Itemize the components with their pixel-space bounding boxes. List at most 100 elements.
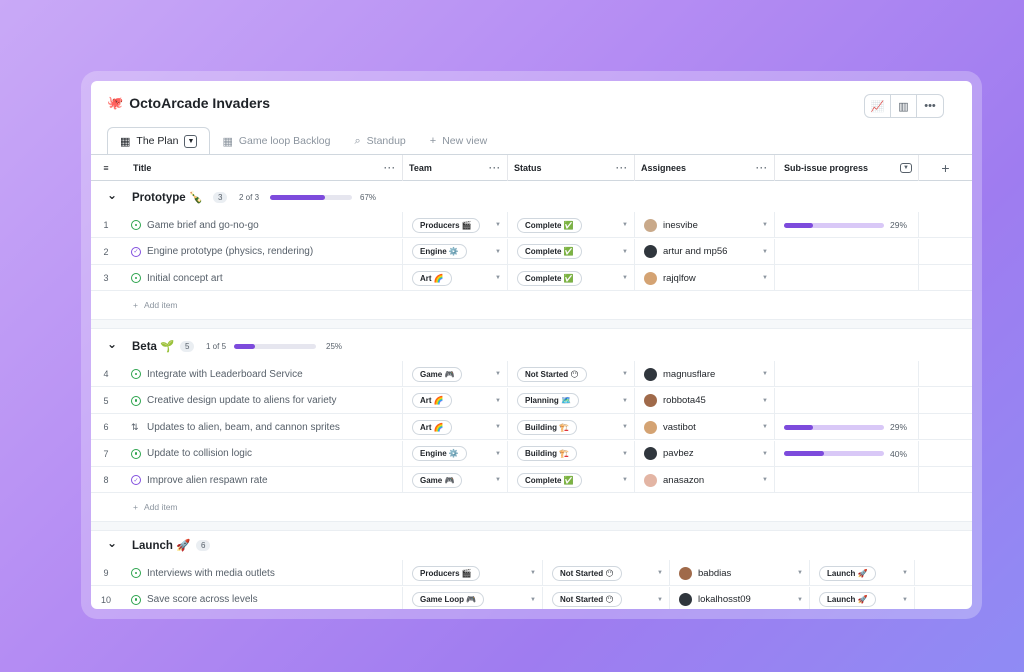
team-cell[interactable]: Producers 🎬 ▼ (403, 212, 508, 238)
sub-issue-progress-cell[interactable]: 40% (775, 440, 919, 467)
chevron-down-icon[interactable]: ▼ (762, 424, 768, 430)
chevron-down-icon[interactable]: ▼ (762, 477, 768, 483)
assignee-cell[interactable]: magnusflare ▼ (635, 361, 775, 387)
issue-title[interactable]: Save score across levels (147, 594, 258, 605)
chevron-down-icon[interactable]: ▼ (657, 570, 663, 576)
sub-issue-progress-cell[interactable] (775, 238, 919, 265)
row-title-cell[interactable]: Game brief and go-no-go (121, 212, 403, 238)
table-row[interactable]: 10 Save score across levels Game Loop 🎮 ▼ No… (91, 586, 972, 609)
team-cell[interactable]: Art 🌈 ▼ (403, 387, 508, 414)
sub-issue-progress-cell[interactable]: 29% (775, 212, 919, 238)
more-icon[interactable]: ••• (917, 95, 943, 117)
row-title-cell[interactable]: ⇅ Updates to alien, beam, and cannon spri… (121, 414, 403, 440)
status-cell[interactable]: Complete ✅ ▼ (508, 238, 635, 265)
chevron-down-icon[interactable]: ▼ (622, 249, 628, 255)
table-row[interactable]: 5 Creative design update to aliens for va… (91, 387, 972, 414)
chevron-down-icon[interactable]: ⌄ (107, 536, 117, 550)
chevron-down-icon[interactable]: ▼ (622, 371, 628, 377)
assignee-cell[interactable]: rajqlfow ▼ (635, 265, 775, 291)
group-header[interactable]: ⌄ Launch 🚀 6 (91, 530, 972, 560)
row-title-cell[interactable]: ✓ Engine prototype (physics, rendering) (121, 238, 403, 265)
filter-icon[interactable]: ≡ (91, 155, 121, 181)
team-cell[interactable]: Engine ⚙️ ▼ (403, 440, 508, 467)
issue-title[interactable]: Engine prototype (physics, rendering) (147, 246, 313, 257)
status-cell[interactable]: Building 🏗️ ▼ (508, 440, 635, 467)
table-row[interactable]: 8 ✓ Improve alien respawn rate Game 🎮 ▼ Compl… (91, 467, 972, 493)
chevron-down-icon[interactable]: ▼ (762, 371, 768, 377)
issue-title[interactable]: Integrate with Leaderboard Service (147, 369, 303, 380)
tab-game-loop-backlog[interactable]: ▦ Game loop Backlog (210, 127, 342, 155)
chevron-down-icon[interactable]: ▼ (622, 222, 628, 228)
table-row[interactable]: 4 Integrate with Leaderboard Service Game … (91, 361, 972, 387)
chevron-down-icon[interactable]: ⌄ (107, 188, 117, 202)
chevron-down-icon[interactable]: ▼ (530, 597, 536, 603)
table-row[interactable]: 2 ✓ Engine prototype (physics, rendering) E… (91, 238, 972, 265)
issue-title[interactable]: Update to collision logic (147, 448, 252, 459)
table-row[interactable]: 3 Initial concept art Art 🌈 ▼ Complete ✅ ▼ raj… (91, 265, 972, 291)
chevron-down-icon[interactable]: ▼ (495, 424, 501, 430)
assignee-cell[interactable]: robbota45 ▼ (635, 387, 775, 414)
status-cell[interactable]: Not Started 😶 ▼ (543, 560, 670, 586)
chevron-down-icon[interactable]: ▼ (797, 597, 803, 603)
sub-issue-progress-cell[interactable] (775, 467, 919, 493)
assignee-cell[interactable]: vastibot ▼ (635, 414, 775, 440)
more-icon[interactable]: ··· (616, 163, 628, 173)
assignee-cell[interactable]: inesvibe ▼ (635, 212, 775, 238)
status-cell[interactable]: Not Started 😶 ▼ (543, 586, 670, 609)
row-title-cell[interactable]: Interviews with media outlets (121, 560, 403, 586)
chart-icon[interactable]: 📈 (865, 95, 891, 117)
issue-title[interactable]: Interviews with media outlets (147, 568, 275, 579)
table-row[interactable]: 7 Update to collision logic Engine ⚙️ ▼ Buil… (91, 440, 972, 467)
more-icon[interactable]: ··· (384, 163, 396, 173)
chevron-down-icon[interactable]: ▼ (495, 371, 501, 377)
status-cell[interactable]: Complete ✅ ▼ (508, 467, 635, 493)
issue-title[interactable]: Improve alien respawn rate (147, 475, 268, 486)
team-cell[interactable]: Game 🎮 ▼ (403, 467, 508, 493)
column-assignees[interactable]: Assignees ··· (635, 155, 775, 181)
assignee-cell[interactable]: artur and mp56 ▼ (635, 238, 775, 265)
tab-the-plan[interactable]: ▦ The Plan ▼ (107, 127, 211, 155)
add-column-button[interactable]: + (919, 155, 972, 181)
chevron-down-icon[interactable]: ▼ (657, 597, 663, 603)
table-row[interactable]: 6 ⇅ Updates to alien, beam, and cannon spr… (91, 414, 972, 440)
chevron-down-icon[interactable]: ▼ (622, 424, 628, 430)
column-title[interactable]: Title ··· (121, 155, 403, 181)
chevron-down-icon[interactable]: ▼ (762, 451, 768, 457)
assignee-cell[interactable]: anasazon ▼ (635, 467, 775, 493)
more-icon[interactable]: ··· (489, 163, 501, 173)
team-cell[interactable]: Producers 🎬 ▼ (403, 560, 543, 586)
table-row[interactable]: 1 Game brief and go-no-go Producers 🎬 ▼ Comp… (91, 212, 972, 238)
status-cell[interactable]: Not Started 😶 ▼ (508, 361, 635, 387)
row-title-cell[interactable]: Save score across levels (121, 586, 403, 609)
chevron-down-icon[interactable]: ▼ (495, 451, 501, 457)
row-title-cell[interactable]: Initial concept art (121, 265, 403, 291)
table-row[interactable]: 9 Interviews with media outlets Producers … (91, 560, 972, 586)
row-title-cell[interactable]: Creative design update to aliens for var… (121, 387, 403, 414)
chevron-down-icon[interactable]: ▼ (622, 398, 628, 404)
chevron-down-icon[interactable]: ▼ (797, 570, 803, 576)
chevron-down-icon[interactable]: ▼ (762, 275, 768, 281)
chevron-down-icon[interactable]: ▼ (495, 275, 501, 281)
assignee-cell[interactable]: pavbez ▼ (635, 440, 775, 467)
chevron-down-icon[interactable]: ▼ (184, 134, 198, 148)
chevron-down-icon[interactable]: ▼ (530, 570, 536, 576)
chevron-down-icon[interactable]: ▼ (762, 222, 768, 228)
team-cell[interactable]: Game 🎮 ▼ (403, 361, 508, 387)
sub-issue-progress-cell[interactable]: 29% (775, 414, 919, 440)
row-title-cell[interactable]: ✓ Improve alien respawn rate (121, 467, 403, 493)
column-team[interactable]: Team ··· (403, 155, 508, 181)
sub-issue-progress-cell[interactable] (775, 265, 919, 291)
team-cell[interactable]: Game Loop 🎮 ▼ (403, 586, 543, 609)
chevron-down-icon[interactable]: ▼ (622, 275, 628, 281)
status-cell[interactable]: Building 🏗️ ▼ (508, 414, 635, 440)
milestone-cell[interactable]: Launch 🚀 ▼ (810, 560, 915, 586)
column-status[interactable]: Status ··· (508, 155, 635, 181)
chevron-down-icon[interactable]: ▼ (622, 451, 628, 457)
add-item-button[interactable]: + Add item (91, 494, 972, 521)
sub-issue-progress-cell[interactable] (775, 387, 919, 414)
team-cell[interactable]: Art 🌈 ▼ (403, 414, 508, 440)
tab-new-view[interactable]: + New view (418, 127, 499, 155)
issue-title[interactable]: Game brief and go-no-go (147, 220, 259, 231)
tab-standup[interactable]: ⌕ Standup (342, 127, 417, 155)
issue-title[interactable]: Initial concept art (147, 273, 223, 284)
